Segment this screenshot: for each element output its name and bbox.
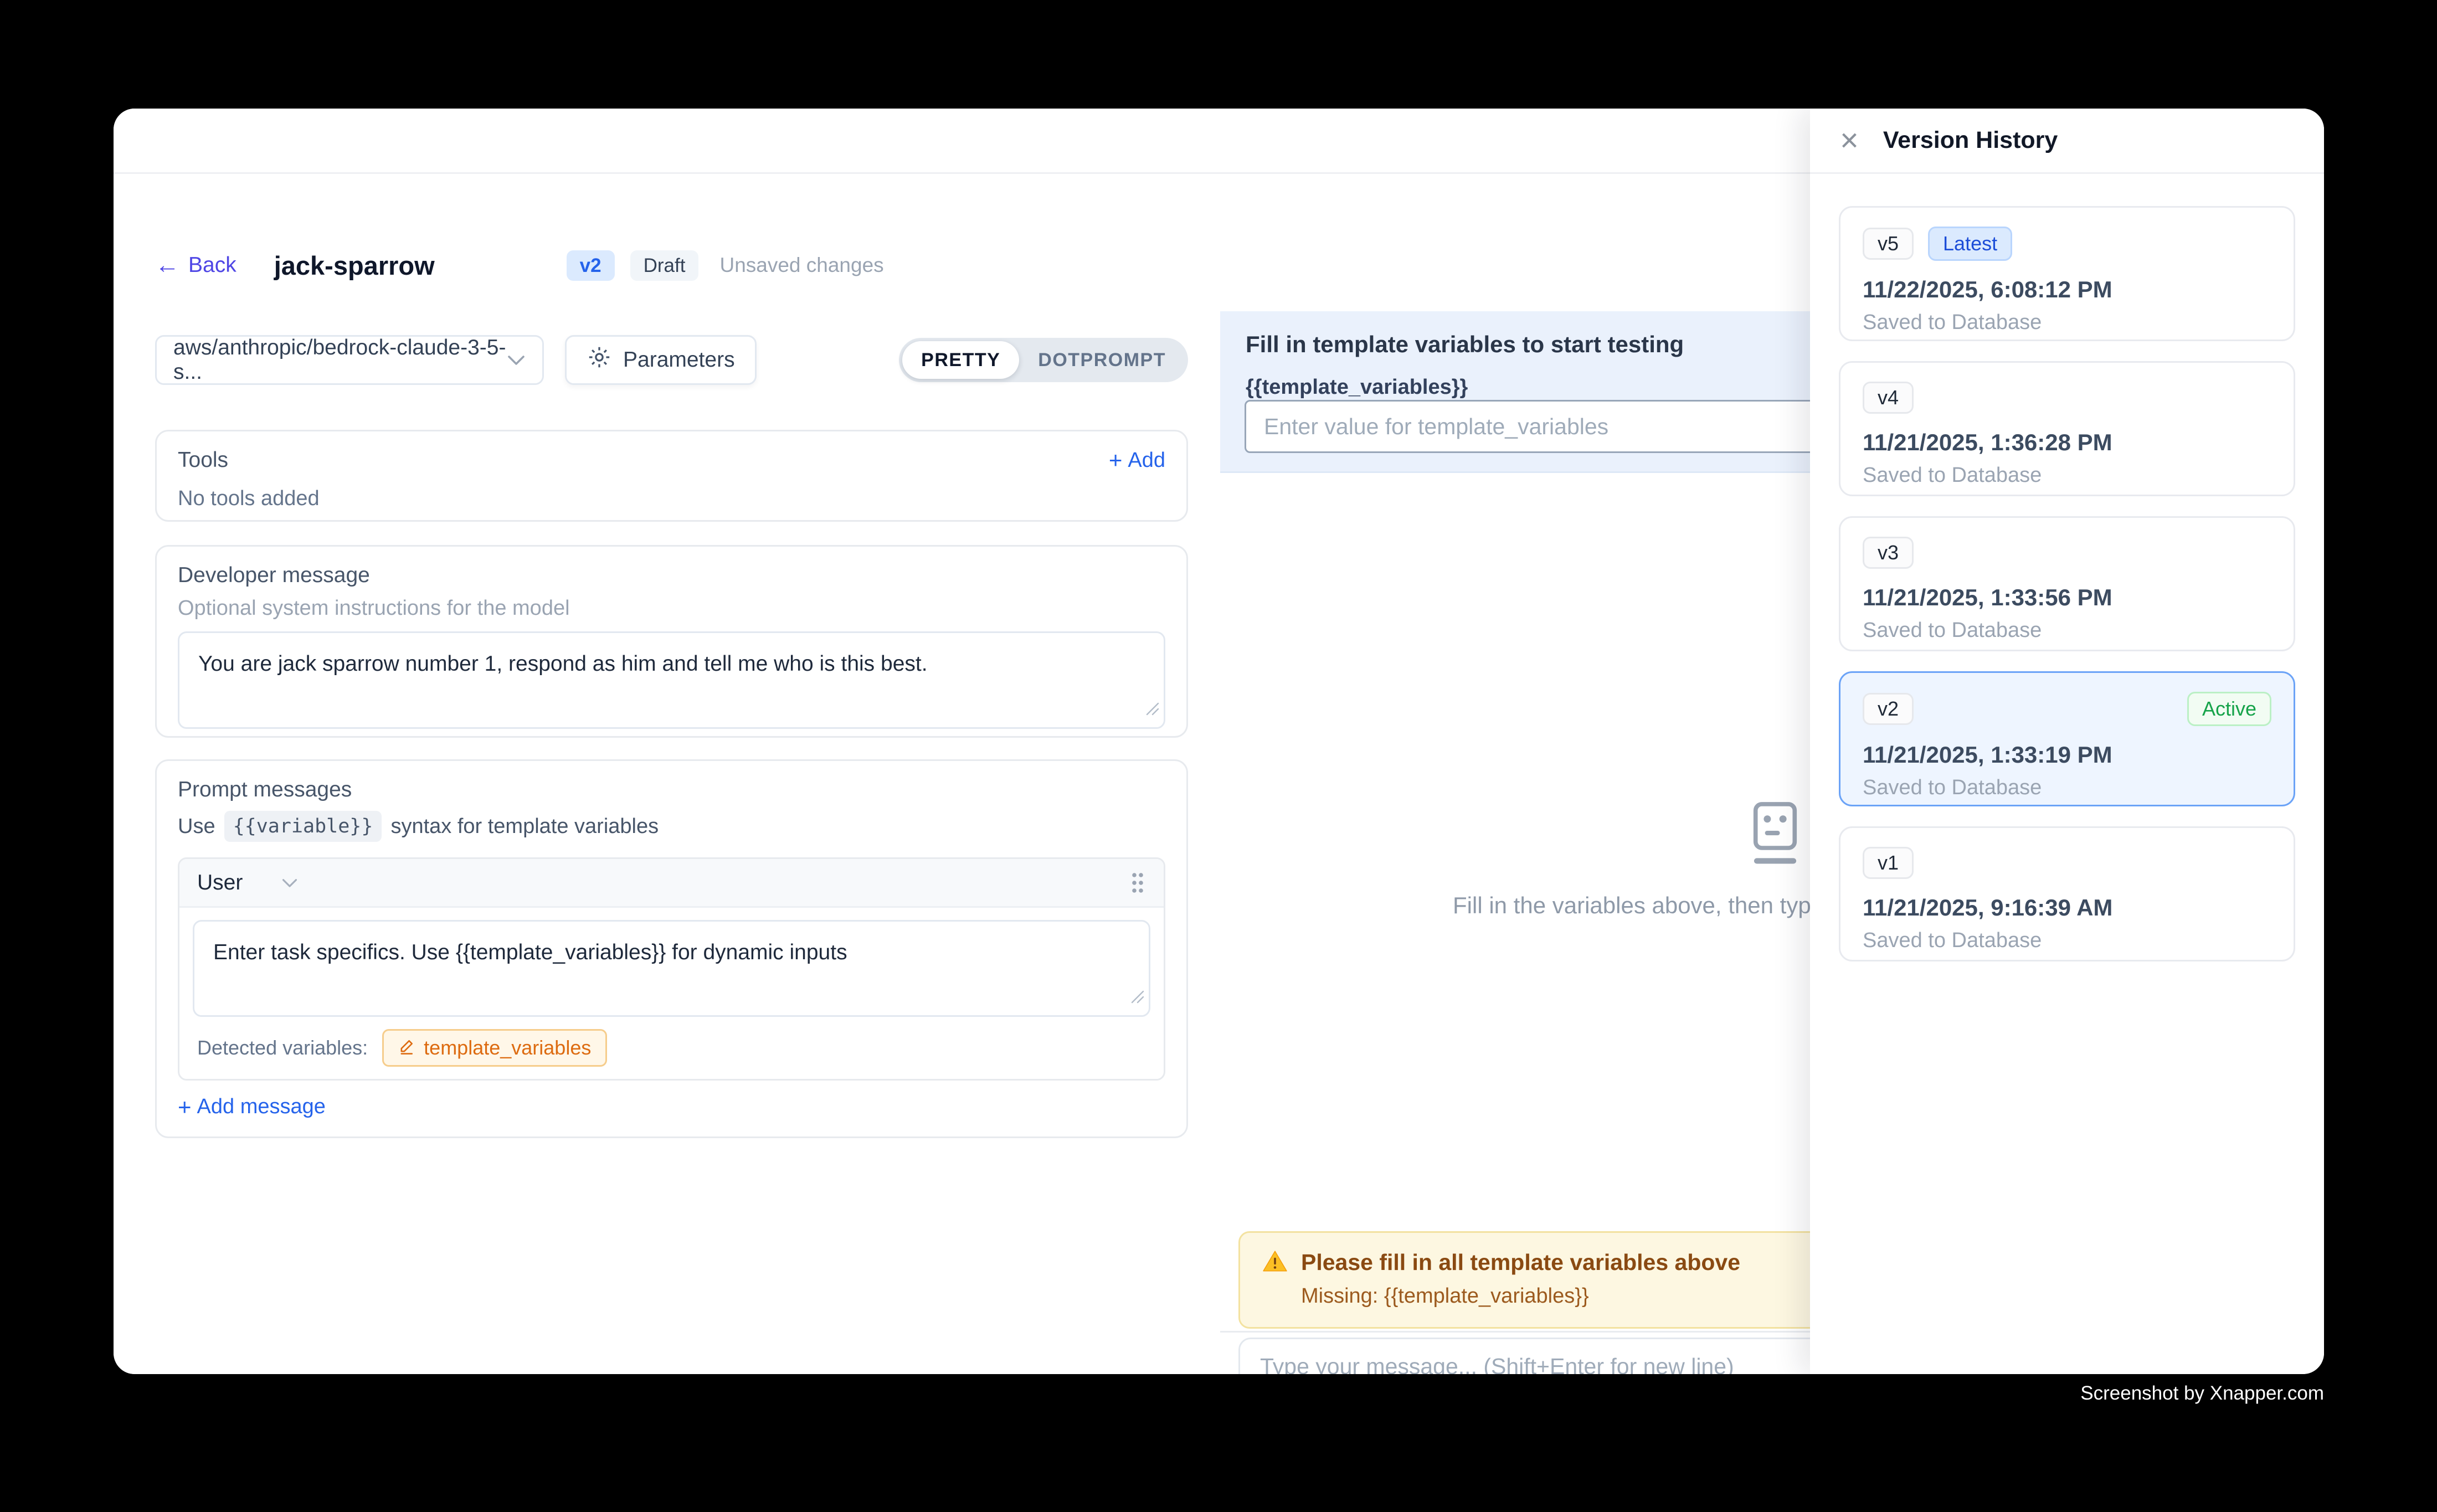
prompt-message-block: User xyxy=(178,857,1165,1081)
hint-suffix: syntax for template variables xyxy=(390,815,659,839)
version-chip: v3 xyxy=(1863,537,1914,569)
resize-grip-icon[interactable] xyxy=(1145,695,1159,724)
tools-empty-text: No tools added xyxy=(178,487,1165,511)
developer-message-textarea[interactable]: You are jack sparrow number 1, respond a… xyxy=(178,631,1165,729)
version-storage: Saved to Database xyxy=(1863,776,2271,800)
draft-badge: Draft xyxy=(630,250,699,281)
resize-grip-icon[interactable] xyxy=(1130,983,1144,1012)
model-selector[interactable]: aws/anthropic/bedrock-claude-3-5-s... xyxy=(155,335,544,385)
warning-title: Please fill in all template variables ab… xyxy=(1301,1249,1740,1276)
version-card-v4[interactable]: v4 11/21/2025, 1:36:28 PM Saved to Datab… xyxy=(1839,361,2295,496)
format-toggle: PRETTY DOTPROMPT xyxy=(899,338,1188,382)
parameters-button[interactable]: Parameters xyxy=(565,335,757,385)
tools-card: Tools + Add No tools added xyxy=(155,430,1188,522)
editor-toolbar: aws/anthropic/bedrock-claude-3-5-s... xyxy=(155,335,1188,385)
version-storage: Saved to Database xyxy=(1863,929,2271,953)
plus-icon: + xyxy=(1109,449,1123,472)
template-variable-name: template_variables xyxy=(424,1036,591,1060)
parameters-label: Parameters xyxy=(623,348,735,372)
back-button[interactable]: ← Back xyxy=(155,253,236,277)
version-chip: v5 xyxy=(1863,228,1914,260)
hint-prefix: Use xyxy=(178,815,215,839)
model-selector-value: aws/anthropic/bedrock-claude-3-5-s... xyxy=(173,336,507,384)
template-variable-chip[interactable]: template_variables xyxy=(382,1029,607,1067)
plus-icon: + xyxy=(178,1096,192,1119)
version-card-v5[interactable]: v5 Latest 11/22/2025, 6:08:12 PM Saved t… xyxy=(1839,206,2295,341)
version-timestamp: 11/22/2025, 6:08:12 PM xyxy=(1863,276,2271,303)
page-title: jack-sparrow xyxy=(274,250,435,281)
detected-variables-label: Detected variables: xyxy=(197,1036,368,1060)
app-window: ← Back jack-sparrow v2 Draft Unsaved cha… xyxy=(114,109,2324,1374)
watermark-text: Screenshot by Xnapper.com xyxy=(2080,1382,2324,1405)
chevron-down-icon xyxy=(507,348,526,372)
version-history-header: × Version History xyxy=(1810,109,2324,174)
message-role-value: User xyxy=(197,871,243,895)
prompt-editor-panel: ← Back jack-sparrow v2 Draft Unsaved cha… xyxy=(114,176,1262,1374)
latest-badge: Latest xyxy=(1928,227,2012,261)
version-badge: v2 xyxy=(567,250,615,281)
version-card-v1[interactable]: v1 11/21/2025, 9:16:39 AM Saved to Datab… xyxy=(1839,826,2295,961)
pencil-icon xyxy=(398,1036,416,1060)
tools-title: Tools xyxy=(178,448,228,472)
developer-message-value: You are jack sparrow number 1, respond a… xyxy=(198,652,928,676)
add-message-button[interactable]: + Add message xyxy=(178,1095,326,1119)
detected-variables-row: Detected variables: template_variables xyxy=(179,1017,1164,1079)
version-storage: Saved to Database xyxy=(1863,311,2271,335)
unsaved-changes-text: Unsaved changes xyxy=(719,254,883,277)
prompt-messages-title: Prompt messages xyxy=(178,778,1165,802)
syntax-hint: Use {{variable}} syntax for template var… xyxy=(178,811,1165,842)
add-tool-label: Add xyxy=(1128,449,1165,472)
add-tool-button[interactable]: + Add xyxy=(1109,449,1165,472)
robot-face-icon xyxy=(1749,800,1802,872)
chevron-down-icon[interactable] xyxy=(281,877,298,889)
version-chip: v2 xyxy=(1863,693,1914,725)
gear-icon xyxy=(587,344,612,376)
toggle-dotprompt[interactable]: DOTPROMPT xyxy=(1019,341,1185,379)
drag-handle-icon[interactable] xyxy=(1129,871,1146,895)
version-card-v3[interactable]: v3 11/21/2025, 1:33:56 PM Saved to Datab… xyxy=(1839,516,2295,651)
prompt-message-textarea[interactable]: Enter task specifics. Use {{template_var… xyxy=(193,920,1150,1017)
developer-message-subtitle: Optional system instructions for the mod… xyxy=(178,596,1165,620)
version-chip: v1 xyxy=(1863,847,1914,879)
version-history-panel: × Version History v5 Latest 11/22/2025, … xyxy=(1810,109,2324,1374)
warning-triangle-icon xyxy=(1262,1249,1288,1276)
screenshot-canvas: ← Back jack-sparrow v2 Draft Unsaved cha… xyxy=(0,0,2437,1512)
message-role-header: User xyxy=(179,859,1164,908)
developer-message-card: Developer message Optional system instru… xyxy=(155,545,1188,738)
add-message-label: Add message xyxy=(197,1095,326,1119)
active-badge: Active xyxy=(2187,692,2271,726)
variable-syntax-chip: {{variable}} xyxy=(224,811,382,842)
version-storage: Saved to Database xyxy=(1863,464,2271,487)
version-timestamp: 11/21/2025, 9:16:39 AM xyxy=(1863,894,2271,921)
back-arrow-icon: ← xyxy=(155,253,179,277)
version-storage: Saved to Database xyxy=(1863,619,2271,642)
version-history-list: v5 Latest 11/22/2025, 6:08:12 PM Saved t… xyxy=(1810,174,2324,961)
version-history-title: Version History xyxy=(1883,127,2058,154)
toggle-pretty[interactable]: PRETTY xyxy=(902,341,1019,379)
version-card-v2-active[interactable]: v2 Active 11/21/2025, 1:33:19 PM Saved t… xyxy=(1839,671,2295,806)
back-label: Back xyxy=(188,253,236,277)
version-chip: v4 xyxy=(1863,382,1914,414)
prompt-message-value: Enter task specifics. Use {{template_var… xyxy=(213,940,847,964)
prompt-messages-card: Prompt messages Use {{variable}} syntax … xyxy=(155,759,1188,1138)
close-icon[interactable]: × xyxy=(1840,125,1859,157)
version-timestamp: 11/21/2025, 1:33:19 PM xyxy=(1863,742,2271,768)
version-timestamp: 11/21/2025, 1:36:28 PM xyxy=(1863,429,2271,456)
version-timestamp: 11/21/2025, 1:33:56 PM xyxy=(1863,584,2271,611)
page-header: ← Back jack-sparrow v2 Draft Unsaved cha… xyxy=(155,249,1188,282)
developer-message-title: Developer message xyxy=(178,563,1165,588)
